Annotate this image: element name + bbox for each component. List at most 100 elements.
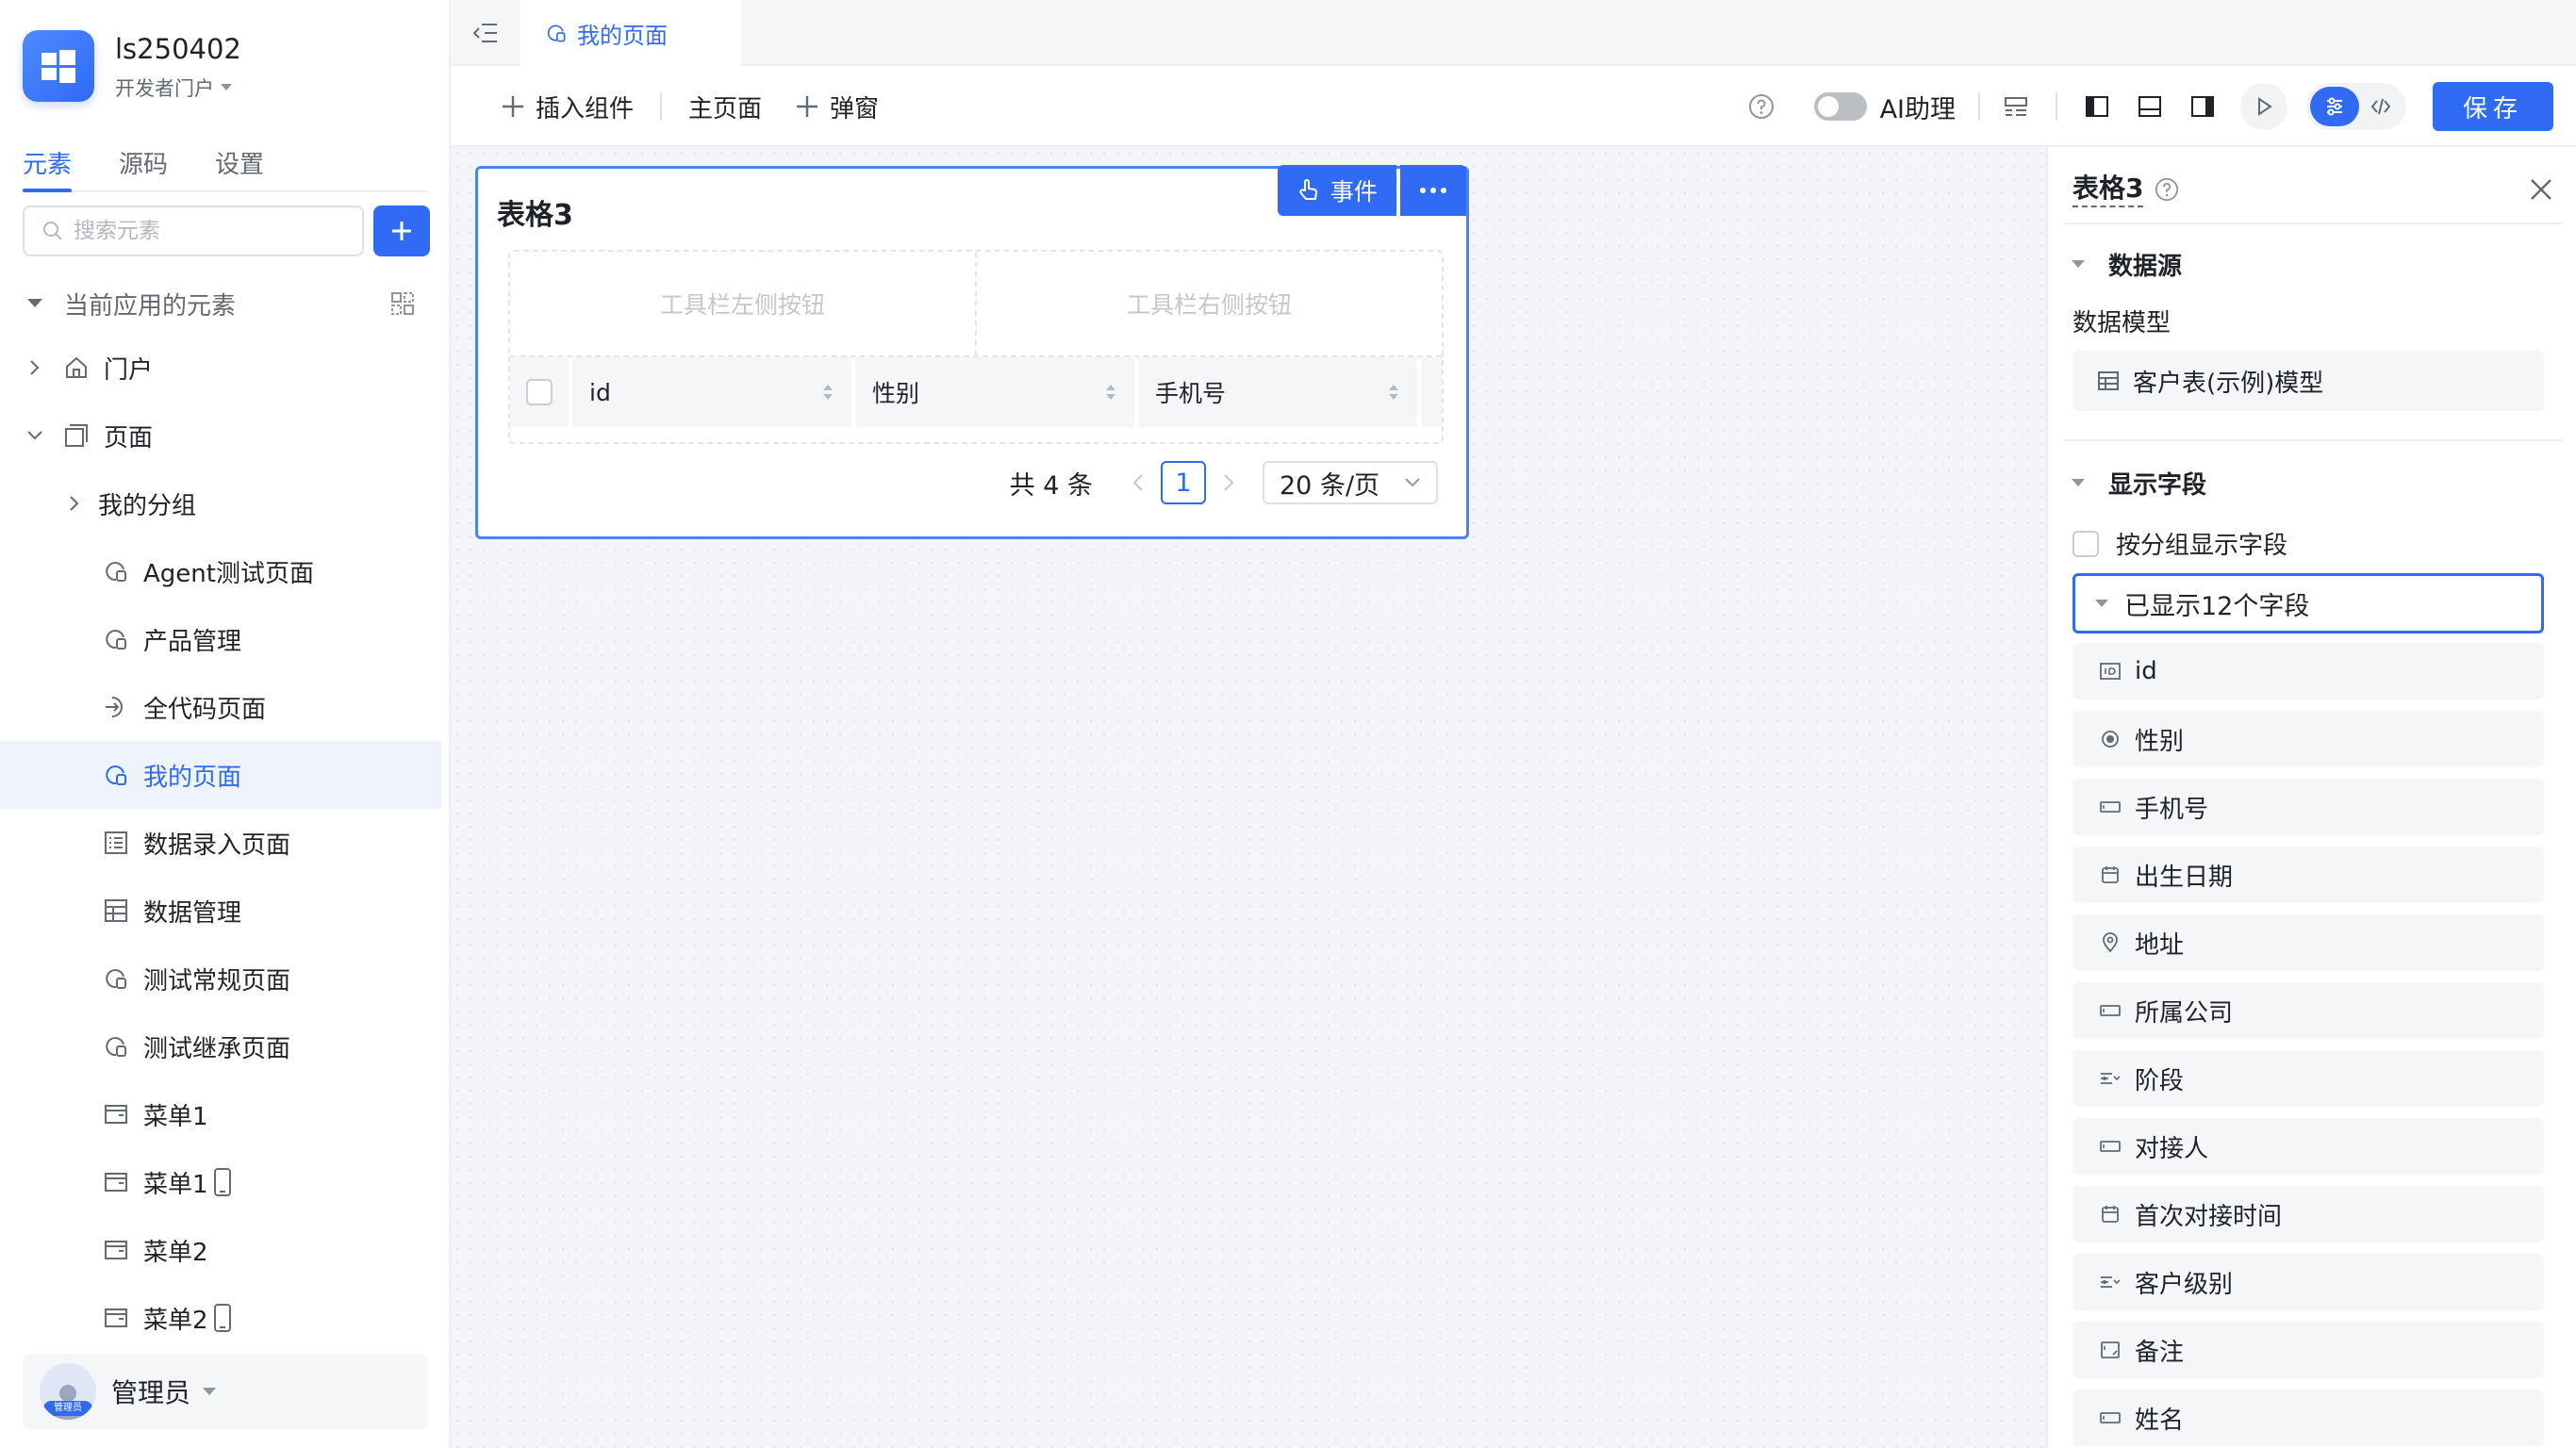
code-mode-button[interactable] [2359, 87, 2403, 126]
tab-source[interactable]: 源码 [119, 141, 168, 190]
tree-item-pages[interactable]: 页面 [0, 402, 441, 469]
datasource-section-toggle[interactable]: 数据源 [2071, 238, 2182, 290]
design-canvas[interactable]: 表格3 事件 工具栏左侧按钮 工具栏右侧按钮 id 性别 手机号 共 4 条 1… [451, 147, 2046, 1448]
field-item-address[interactable]: 地址 [2072, 914, 2544, 971]
column-header-label: id [589, 378, 611, 406]
page-brush-icon [102, 1032, 130, 1061]
field-item-gender[interactable]: 性别 [2072, 711, 2544, 767]
preview-button[interactable] [2240, 83, 2287, 130]
tree-item-full-code-page[interactable]: 全代码页面 [0, 673, 441, 741]
tree-item-product-management[interactable]: 产品管理 [0, 605, 441, 673]
component-grid-icon[interactable] [390, 291, 415, 316]
app-logo-icon[interactable] [23, 30, 94, 102]
next-page-button[interactable] [1212, 472, 1246, 493]
data-model-select[interactable]: 客户表(示例)模型 [2072, 351, 2544, 411]
current-app-section[interactable]: 当前应用的元素 [0, 273, 441, 334]
field-item-customer-level[interactable]: 客户级别 [2072, 1254, 2544, 1310]
sort-icon[interactable] [1387, 382, 1400, 403]
toolbar-left-slot[interactable]: 工具栏左侧按钮 [510, 252, 975, 355]
help-circle-icon[interactable] [1748, 93, 1775, 120]
search-input[interactable] [74, 219, 338, 243]
group-by-option[interactable]: 按分组显示字段 [2072, 526, 2287, 561]
triangle-down-icon [2095, 600, 2108, 607]
fields-section-toggle[interactable]: 显示字段 [2071, 456, 2206, 509]
event-button[interactable]: 事件 [1277, 165, 1396, 216]
tree-item-test-normal-page[interactable]: 测试常规页面 [0, 945, 441, 1012]
prev-page-button[interactable] [1121, 472, 1155, 493]
page-number[interactable]: 1 [1161, 461, 1206, 504]
panel-divider [2063, 222, 2563, 224]
layout-columns-icon[interactable] [2003, 93, 2029, 120]
column-header[interactable]: 手机号 [1134, 357, 1417, 427]
close-icon[interactable] [2529, 177, 2553, 202]
field-item-id[interactable]: id [2072, 643, 2544, 699]
help-circle-icon[interactable] [2155, 177, 2179, 202]
tree-item-menu2[interactable]: 菜单2 [0, 1216, 441, 1284]
visual-mode-button[interactable] [2310, 87, 2359, 126]
right-panel-icon[interactable] [2189, 93, 2216, 120]
select-all-checkbox[interactable] [526, 379, 553, 405]
main-page-button[interactable]: 主页面 [688, 90, 762, 124]
field-label: 阶段 [2135, 1066, 2185, 1095]
data-model-label: 数据模型 [2072, 309, 2171, 337]
table-area: 工具栏左侧按钮 工具栏右侧按钮 id 性别 手机号 [508, 250, 1444, 444]
field-item-remark[interactable]: 备注 [2072, 1322, 2544, 1378]
tab-settings[interactable]: 设置 [215, 141, 264, 190]
field-item-stage[interactable]: 阶段 [2072, 1050, 2544, 1107]
collapse-sidebar-button[interactable] [471, 19, 500, 47]
field-item-contact-person[interactable]: 对接人 [2072, 1118, 2544, 1175]
table-widget[interactable]: 表格3 事件 工具栏左侧按钮 工具栏右侧按钮 id 性别 手机号 共 4 条 1… [475, 165, 1469, 539]
left-panel-icon[interactable] [2084, 93, 2110, 120]
add-popup-button[interactable]: 弹窗 [794, 90, 879, 124]
group-by-checkbox[interactable] [2072, 530, 2099, 557]
tree-item-label: 我的页面 [143, 763, 242, 792]
sort-icon[interactable] [821, 382, 834, 403]
shown-fields-toggle[interactable]: 已显示12个字段 [2072, 573, 2544, 634]
sidebar-tabs: 元素 源码 设置 [23, 141, 428, 192]
textarea-icon [2099, 1339, 2122, 1361]
tree-item-menu1[interactable]: 菜单1 [0, 1080, 441, 1148]
menu-page-icon [102, 1168, 130, 1196]
save-button[interactable]: 保存 [2433, 82, 2553, 131]
column-header[interactable]: id [569, 357, 851, 427]
field-item-first-contact-time[interactable]: 首次对接时间 [2072, 1186, 2544, 1242]
chevron-left-icon [1132, 474, 1143, 491]
more-actions-button[interactable] [1400, 165, 1466, 216]
tree-item-data-management[interactable]: 数据管理 [0, 877, 441, 945]
field-item-company[interactable]: 所属公司 [2072, 982, 2544, 1039]
tab-elements[interactable]: 元素 [23, 141, 73, 192]
tree-item-my-page[interactable]: 我的页面 [0, 741, 441, 809]
collapse-left-icon [472, 24, 497, 42]
field-item-name[interactable]: 姓名 [2072, 1390, 2544, 1446]
editor-toolbar: 插入组件 主页面 弹窗 AI助理 保存 [451, 66, 2576, 147]
bottom-panel-icon[interactable] [2137, 93, 2163, 120]
group-by-label: 按分组显示字段 [2116, 532, 2288, 560]
user-menu[interactable]: 管理员 管理员 [23, 1354, 428, 1429]
field-list: id 性别 手机号 出生日期 地址 所属公司 阶段 对接人 首次对接时间 客户级… [2072, 643, 2544, 1448]
search-icon [43, 222, 62, 240]
page-size-select[interactable]: 20 条/页 [1263, 461, 1438, 504]
tree-item-data-entry-page[interactable]: 数据录入页面 [0, 809, 441, 877]
add-element-button[interactable] [373, 206, 430, 256]
tree-item-menu2-mobile[interactable]: 菜单2 [0, 1284, 441, 1352]
portal-switcher[interactable]: 开发者门户 [115, 74, 241, 102]
ai-assistant-toggle[interactable] [1813, 92, 1867, 121]
tab-my-page[interactable]: 我的页面 [520, 0, 741, 66]
column-header[interactable]: 性别 [851, 357, 1134, 427]
tree-item-agent-test-page[interactable]: Agent测试页面 [0, 537, 441, 605]
tree-item-my-group[interactable]: 我的分组 [0, 469, 441, 537]
toolbar-right-slot[interactable]: 工具栏右侧按钮 [975, 252, 1442, 355]
field-item-birth-date[interactable]: 出生日期 [2072, 847, 2544, 903]
panel-title[interactable]: 表格3 [2072, 172, 2144, 207]
radio-icon [2099, 728, 2122, 750]
chevron-right-icon [30, 360, 40, 375]
sort-icon[interactable] [1104, 382, 1117, 403]
tree-item-menu1-mobile[interactable]: 菜单1 [0, 1148, 441, 1216]
insert-component-button[interactable]: 插入组件 [500, 90, 634, 124]
tree-item-portal[interactable]: 门户 [0, 334, 441, 402]
tree-item-test-inherit-page[interactable]: 测试继承页面 [0, 1012, 441, 1080]
field-item-phone[interactable]: 手机号 [2072, 779, 2544, 835]
event-label: 事件 [1329, 178, 1378, 206]
properties-panel: 表格3 数据源 数据模型 客户表(示例)模型 显示字段 按分组显示字段 已显示1… [2046, 147, 2576, 1448]
section-label: 当前应用的元素 [64, 291, 237, 321]
